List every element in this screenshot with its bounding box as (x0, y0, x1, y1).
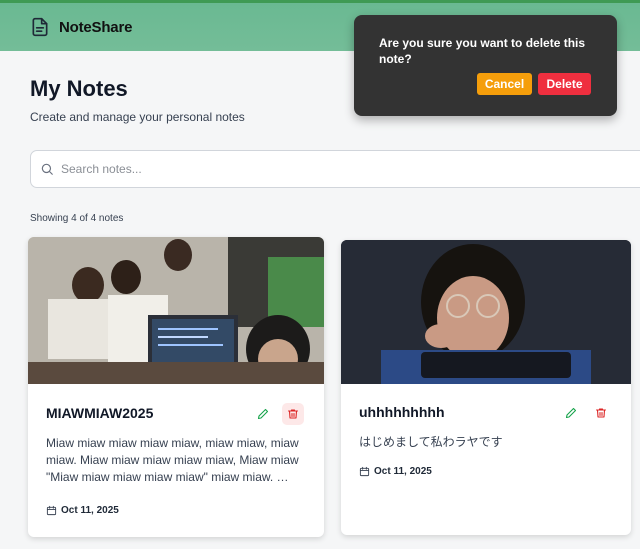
note-date: Oct 11, 2025 (359, 466, 432, 477)
note-card[interactable]: uhhhhhhhhh はじめまして私わラヤです Oct 11, 2025 (341, 240, 631, 535)
pencil-icon (565, 407, 577, 419)
page-title: My Notes (30, 76, 128, 101)
notes-count: Showing 4 of 4 notes (30, 213, 124, 224)
search-box[interactable] (30, 150, 640, 188)
note-photo-illustration (28, 237, 324, 384)
delete-button[interactable] (590, 402, 612, 424)
brand-name[interactable]: NoteShare (59, 19, 132, 36)
note-body: Miaw miaw miaw miaw miaw, miaw miaw, mia… (46, 436, 299, 484)
edit-button[interactable] (252, 403, 274, 425)
pencil-icon (257, 408, 269, 420)
cancel-button[interactable]: Cancel (477, 73, 532, 95)
calendar-icon (359, 466, 370, 477)
note-photo-illustration (341, 240, 631, 384)
delete-button[interactable] (282, 403, 304, 425)
note-photo (341, 240, 631, 384)
calendar-icon (46, 505, 57, 516)
note-title[interactable]: MIAWMIAW2025 (46, 405, 153, 421)
note-photo (28, 237, 324, 384)
note-date-text: Oct 11, 2025 (61, 505, 119, 516)
edit-button[interactable] (560, 402, 582, 424)
note-card[interactable]: MIAWMIAW2025 Miaw miaw miaw miaw miaw, m… (28, 237, 324, 537)
note-date-text: Oct 11, 2025 (374, 466, 432, 477)
note-body: はじめまして私わラヤです (359, 435, 503, 449)
trash-icon (595, 408, 607, 418)
search-input[interactable] (61, 162, 621, 176)
document-icon (32, 17, 48, 37)
note-date: Oct 11, 2025 (46, 505, 119, 516)
confirm-delete-button[interactable]: Delete (538, 73, 591, 95)
page-subtitle: Create and manage your personal notes (30, 110, 245, 124)
trash-icon (287, 409, 299, 419)
confirm-message: Are you sure you want to delete this not… (379, 36, 586, 66)
delete-confirm-dialog: Are you sure you want to delete this not… (354, 15, 617, 116)
note-title[interactable]: uhhhhhhhhh (359, 404, 445, 420)
search-icon (41, 163, 53, 175)
